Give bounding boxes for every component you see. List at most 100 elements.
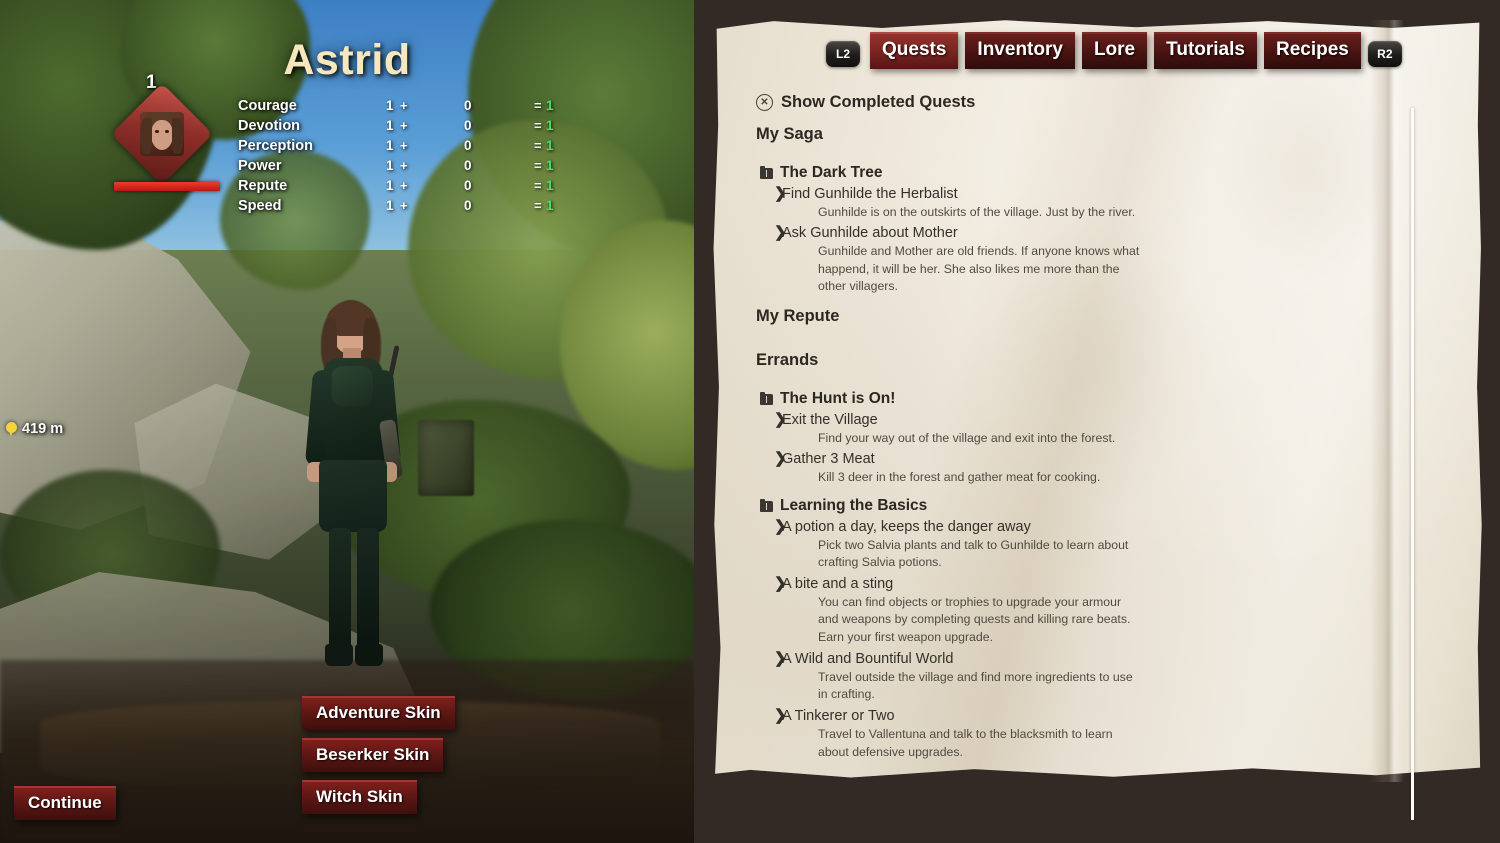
stat-base: 1 (386, 118, 394, 133)
stat-row: Perception 1 + 0 = 1 (238, 138, 568, 158)
section-errands: Errands (756, 351, 819, 369)
tab-lore[interactable]: Lore (1081, 32, 1148, 69)
tab-recipes[interactable]: Recipes (1263, 32, 1361, 69)
avatar-face (151, 120, 173, 150)
witch-skin-button[interactable]: Witch Skin (302, 780, 417, 814)
show-completed-quests-toggle[interactable]: ✕ Show Completed Quests (756, 93, 975, 112)
quest-title: Learning the Basics (780, 497, 928, 514)
objective-description: Pick two Salvia plants and talk to Gunhi… (818, 537, 1129, 570)
tab-quests[interactable]: Quests (870, 32, 959, 69)
avatar-eye-left (155, 130, 159, 133)
quest-title: The Hunt is On! (780, 390, 896, 407)
equals-icon: = (534, 118, 542, 133)
show-completed-quests-label: Show Completed Quests (781, 93, 976, 111)
quest-objective[interactable]: ❯ Exit the Village Find your way out of … (760, 411, 1115, 447)
plus-icon: + (400, 138, 408, 153)
stat-label: Courage (238, 98, 297, 114)
quest-title-row: The Dark Tree (760, 164, 1140, 182)
equals-icon: = (534, 158, 542, 173)
chevron-right-icon: ❯ (774, 411, 787, 428)
stat-row: Devotion 1 + 0 = 1 (238, 118, 568, 138)
stat-bonus: 0 (464, 178, 472, 193)
stat-total: 1 (546, 198, 554, 213)
quest-the-hunt-is-on[interactable]: The Hunt is On! ❯ Exit the Village Find … (760, 390, 1115, 487)
plus-icon: + (400, 98, 408, 113)
chevron-right-icon: ❯ (774, 650, 787, 668)
objective-row: ❯ A potion a day, keeps the danger away (760, 518, 1140, 536)
character-leg-right (357, 528, 379, 652)
stat-total: 1 (546, 118, 554, 133)
distance-value: 419 m (22, 421, 64, 437)
objective-name: Ask Gunhilde about Mother (782, 225, 958, 242)
wooden-crate-prop (418, 420, 474, 496)
quest-the-dark-tree[interactable]: The Dark Tree ❯ Find Gunhilde the Herbal… (760, 164, 1140, 296)
x-button-icon: ✕ (756, 94, 773, 111)
stat-total: 1 (546, 138, 554, 153)
quest-book-icon (760, 165, 773, 179)
equals-icon: = (534, 178, 542, 193)
stat-row: Courage 1 + 0 = 1 (238, 98, 568, 118)
character-leg-left (329, 528, 351, 652)
avatar (140, 112, 184, 156)
stat-base: 1 (386, 98, 394, 113)
chevron-right-icon: ❯ (774, 518, 787, 535)
tab-inventory[interactable]: Inventory (965, 32, 1075, 69)
quest-book-icon (760, 498, 773, 512)
distance-marker: 419 m (6, 421, 63, 437)
stat-base: 1 (386, 198, 394, 213)
quest-objective[interactable]: ❯ Gather 3 Meat Kill 3 deer in the fores… (760, 451, 1115, 486)
continue-button[interactable]: Continue (14, 786, 116, 820)
adventure-skin-button[interactable]: Adventure Skin (302, 696, 455, 730)
quest-objective[interactable]: ❯ A Tinkerer or Two Travel to Vallentuna… (760, 708, 1140, 761)
objective-description: Travel outside the village and find more… (818, 669, 1133, 702)
map-pin-icon (6, 421, 17, 437)
objective-description: Gunhilde and Mother are old friends. If … (818, 243, 1140, 294)
chevron-right-icon: ❯ (774, 575, 787, 593)
tab-tutorials[interactable]: Tutorials (1154, 32, 1257, 69)
equals-icon: = (534, 198, 542, 213)
objective-row: ❯ A Tinkerer or Two (760, 708, 1140, 725)
avatar-hair-right (172, 118, 183, 154)
quest-title-row: The Hunt is On! (760, 390, 1115, 408)
chevron-right-icon: ❯ (774, 224, 787, 242)
stat-label: Speed (238, 198, 282, 214)
objective-name: Exit the Village (782, 412, 878, 428)
journal-scrollbar[interactable] (1411, 108, 1414, 820)
quest-objective[interactable]: ❯ Find Gunhilde the Herbalist Gunhilde i… (760, 185, 1140, 221)
section-my-saga: My Saga (756, 125, 823, 143)
equals-icon: = (534, 138, 542, 153)
stat-base: 1 (386, 158, 394, 173)
stat-label: Power (238, 158, 282, 174)
health-bar (114, 182, 220, 191)
stat-total: 1 (546, 98, 554, 113)
objective-name: Gather 3 Meat (782, 451, 875, 468)
stat-label: Repute (238, 178, 288, 194)
chevron-right-icon: ❯ (774, 707, 787, 725)
quest-book-icon (760, 391, 773, 405)
stat-bonus: 0 (464, 138, 472, 153)
stat-label: Devotion (238, 118, 301, 134)
plus-icon: + (400, 178, 408, 193)
objective-name: Find Gunhilde the Herbalist (782, 186, 958, 202)
quest-objective[interactable]: ❯ Ask Gunhilde about Mother Gunhilde and… (760, 225, 1140, 296)
stat-row: Power 1 + 0 = 1 (238, 158, 568, 178)
quest-objective[interactable]: ❯ A potion a day, keeps the danger away … (760, 518, 1140, 572)
journal-tabbar: L2 Quests Inventory Lore Tutorials Recip… (694, 32, 1500, 78)
stat-total: 1 (546, 178, 554, 193)
quest-objective[interactable]: ❯ A Wild and Bountiful World Travel outs… (760, 651, 1140, 704)
objective-description: You can find objects or trophies to upgr… (818, 594, 1131, 645)
quest-title-row: Learning the Basics (760, 497, 1140, 515)
stat-total: 1 (546, 158, 554, 173)
objective-name: A bite and a sting (782, 576, 894, 593)
plus-icon: + (400, 158, 408, 173)
objective-description: Travel to Vallentuna and talk to the bla… (818, 726, 1113, 759)
quest-objective[interactable]: ❯ A bite and a sting You can find object… (760, 576, 1140, 647)
beserker-skin-button[interactable]: Beserker Skin (302, 738, 444, 772)
quest-learning-the-basics[interactable]: Learning the Basics ❯ A potion a day, ke… (760, 497, 1140, 761)
stat-bonus: 0 (464, 98, 472, 113)
character-skirt (319, 460, 387, 532)
objective-row: ❯ Exit the Village (760, 411, 1115, 429)
r2-trigger-hint: R2 (1367, 41, 1402, 67)
stat-bonus: 0 (464, 158, 472, 173)
quest-title: The Dark Tree (780, 164, 883, 181)
